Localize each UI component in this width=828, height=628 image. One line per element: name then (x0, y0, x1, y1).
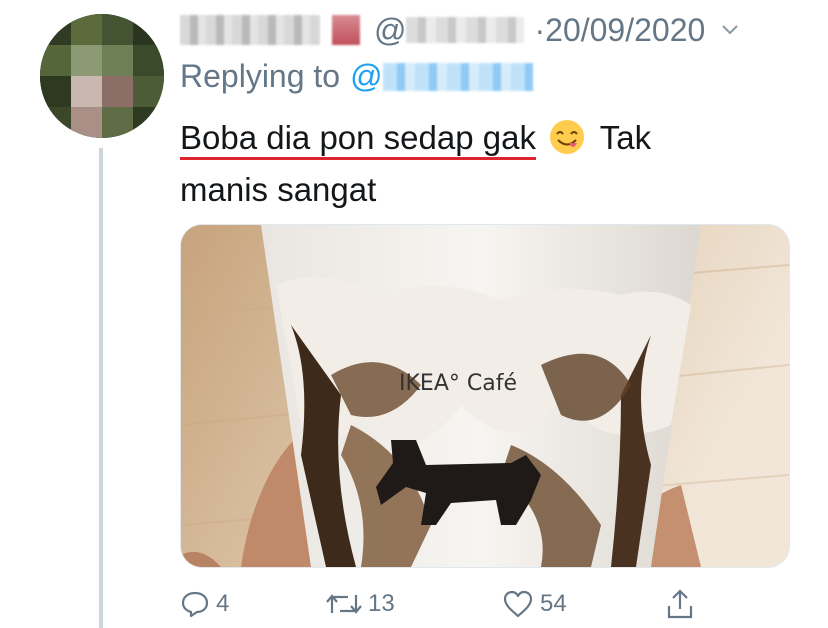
avatar-image (40, 14, 164, 138)
tweet-media-photo[interactable]: IKEA° Café (180, 224, 790, 568)
like-count: 54 (540, 590, 567, 617)
reply-icon (181, 591, 209, 618)
ikea-cafe-boba-cup-photo: IKEA° Café (181, 225, 789, 567)
tweet-text-underlined: Boba dia pon sedap gak (180, 119, 536, 156)
retweet-action[interactable]: 13 (326, 584, 395, 624)
name-emoji-redacted (332, 15, 360, 45)
reply-count: 4 (216, 590, 230, 617)
share-action[interactable] (666, 584, 700, 624)
face-savoring-food-emoji-icon (550, 120, 585, 154)
tweet-actions: 4 13 54 (180, 584, 720, 624)
chevron-down-icon[interactable] (721, 21, 739, 39)
heart-icon (503, 590, 533, 618)
share-icon (667, 589, 693, 619)
replying-to-label: Replying to (180, 58, 341, 94)
like-action[interactable]: 54 (502, 584, 567, 624)
thread-connector-line (99, 148, 103, 628)
replying-to: Replying to @ (180, 58, 533, 95)
tweet-text: Boba dia pon sedap gak Tak manis sangat (180, 112, 740, 216)
tweet-text-line-2: manis sangat (180, 171, 377, 208)
handle-at-sign[interactable]: @ (374, 12, 406, 49)
display-name-redacted[interactable] (180, 15, 320, 45)
avatar[interactable] (40, 14, 164, 138)
reply-action[interactable]: 4 (180, 584, 229, 624)
tweet-header: @ ·20/09/2020 (180, 8, 739, 52)
reply-mention-at[interactable]: @ (350, 58, 382, 95)
cup-print-text: IKEA° Café (399, 371, 517, 396)
retweet-count: 13 (368, 590, 395, 617)
tweet-date[interactable]: ·20/09/2020 (534, 12, 705, 49)
reply-mention-redacted[interactable] (382, 62, 533, 91)
handle-redacted[interactable] (406, 17, 525, 43)
tweet-text-rest: Tak (599, 119, 652, 156)
retweet-icon (326, 594, 362, 614)
